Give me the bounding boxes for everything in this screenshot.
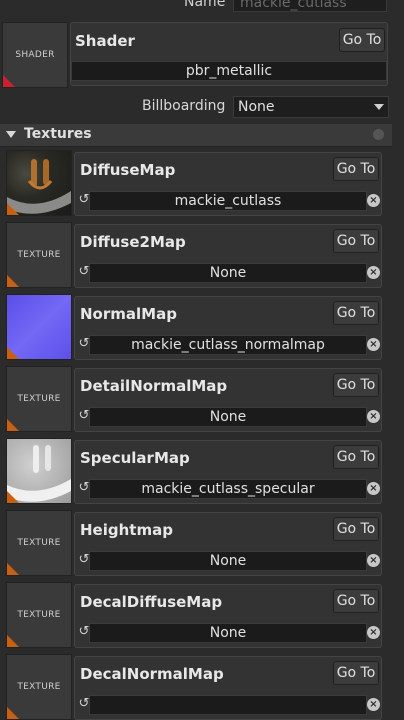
specularmap-thumbnail: [6, 438, 72, 504]
texture-slot-title: SpecularMap: [80, 449, 190, 467]
thumbnail-corner-marker: [7, 419, 19, 431]
texture-slot-title: DecalNormalMap: [80, 665, 224, 683]
texture-thumb-label: TEXTURE: [17, 682, 61, 692]
name-input[interactable]: mackie_cutlass: [233, 0, 387, 12]
texture-thumb-label: TEXTURE: [17, 538, 61, 548]
texture-value-field[interactable]: None: [89, 551, 367, 571]
texture-slot-panel: Heightmap Go To ↺ None ×: [74, 512, 382, 576]
goto-button[interactable]: Go To: [333, 517, 379, 541]
texture-slot-panel: SpecularMap Go To ↺ mackie_cutlass_specular…: [74, 440, 382, 504]
billboarding-label: Billboarding: [142, 98, 226, 114]
clear-icon[interactable]: ×: [367, 338, 380, 351]
shader-title: Shader: [75, 32, 135, 50]
texture-value-field[interactable]: None: [89, 407, 367, 427]
clear-icon[interactable]: ×: [367, 626, 380, 639]
texture-thumb-label: TEXTURE: [17, 250, 61, 260]
thumbnail-corner-marker: [7, 347, 19, 359]
texture-value-field[interactable]: [89, 695, 367, 715]
texture-value-field[interactable]: mackie_cutlass: [89, 191, 367, 211]
detailnormalmap-thumbnail: TEXTURE: [6, 366, 72, 432]
shader-thumbnail: SHADER: [2, 22, 68, 88]
diffuse2map-thumbnail: TEXTURE: [6, 222, 72, 288]
goto-button[interactable]: Go To: [333, 589, 379, 613]
goto-button[interactable]: Go To: [333, 157, 379, 181]
decaldiffusemap-thumbnail: TEXTURE: [6, 582, 72, 648]
billboarding-value: None: [238, 99, 275, 115]
thumbnail-corner-marker: [7, 563, 19, 575]
texture-slot-title: DecalDiffuseMap: [80, 593, 223, 611]
texture-slot-panel: DiffuseMap Go To ↺ mackie_cutlass ×: [74, 152, 382, 216]
clear-icon[interactable]: ×: [367, 482, 380, 495]
goto-button[interactable]: Go To: [333, 445, 379, 469]
texture-thumb-label: TEXTURE: [17, 610, 61, 620]
texture-slot-title: DiffuseMap: [80, 161, 176, 179]
goto-button[interactable]: Go To: [333, 661, 379, 685]
texture-slot-panel: DecalNormalMap Go To ↺ ×: [74, 656, 382, 720]
clear-icon[interactable]: ×: [367, 698, 380, 711]
section-options-icon[interactable]: [373, 129, 384, 140]
normalmap-thumbnail: [6, 294, 72, 360]
shader-panel: Shader Go To pbr_metallic: [70, 22, 388, 86]
texture-slot-panel: DecalDiffuseMap Go To ↺ None ×: [74, 584, 382, 648]
thumbnail-corner-marker: [7, 275, 19, 287]
thumbnail-corner-marker: [7, 491, 19, 503]
thumbnail-corner-marker: [7, 707, 19, 719]
scrollbar[interactable]: [392, 124, 404, 674]
clear-icon[interactable]: ×: [367, 410, 380, 423]
goto-button[interactable]: Go To: [333, 301, 379, 325]
textures-section-header[interactable]: Textures: [0, 124, 392, 147]
texture-value-field[interactable]: None: [89, 263, 367, 283]
shader-thumb-label: SHADER: [15, 50, 55, 60]
texture-value-field[interactable]: mackie_cutlass_normalmap: [89, 335, 367, 355]
clear-icon[interactable]: ×: [367, 266, 380, 279]
texture-slot-title: Heightmap: [80, 521, 173, 539]
heightmap-thumbnail: TEXTURE: [6, 510, 72, 576]
chevron-down-icon: [374, 104, 384, 110]
texture-value-field[interactable]: mackie_cutlass_specular: [89, 479, 367, 499]
shader-goto-button[interactable]: Go To: [339, 28, 385, 52]
clear-icon[interactable]: ×: [367, 194, 380, 207]
name-label: Name: [184, 0, 226, 10]
texture-slot-title: Diffuse2Map: [80, 233, 186, 251]
texture-slot-panel: Diffuse2Map Go To ↺ None ×: [74, 224, 382, 288]
diffusemap-thumbnail: [6, 150, 72, 216]
thumbnail-corner-marker: [7, 203, 19, 215]
texture-slot-panel: NormalMap Go To ↺ mackie_cutlass_normalmap ×: [74, 296, 382, 360]
texture-slot-panel: DetailNormalMap Go To ↺ None ×: [74, 368, 382, 432]
texture-slot-title: DetailNormalMap: [80, 377, 228, 395]
textures-title: Textures: [24, 126, 92, 142]
goto-button[interactable]: Go To: [333, 373, 379, 397]
decalnormalmap-thumbnail: TEXTURE: [6, 654, 72, 720]
shader-corner-marker: [3, 75, 15, 87]
clear-icon[interactable]: ×: [367, 554, 380, 567]
billboarding-select[interactable]: None: [233, 96, 389, 118]
goto-button[interactable]: Go To: [333, 229, 379, 253]
thumbnail-corner-marker: [7, 635, 19, 647]
texture-slot-title: NormalMap: [80, 305, 177, 323]
collapse-triangle-icon[interactable]: [6, 131, 16, 138]
shader-value-field[interactable]: pbr_metallic: [71, 61, 387, 81]
texture-thumb-label: TEXTURE: [17, 394, 61, 404]
texture-value-field[interactable]: None: [89, 623, 367, 643]
